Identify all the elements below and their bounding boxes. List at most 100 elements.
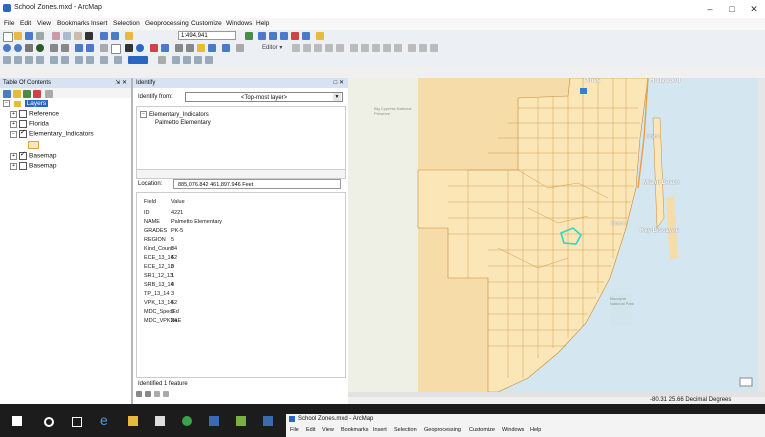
layer-symbol-swatch[interactable] bbox=[28, 141, 39, 149]
windows-start-icon[interactable] bbox=[12, 416, 22, 426]
data-driven-pages-icon[interactable] bbox=[172, 56, 180, 64]
hyperlink-icon[interactable] bbox=[150, 44, 158, 52]
table-row[interactable]: ID 4221 bbox=[144, 210, 183, 216]
time-slider-icon[interactable] bbox=[222, 44, 230, 52]
search-window-icon[interactable] bbox=[280, 32, 288, 40]
list-by-visibility-icon[interactable] bbox=[23, 90, 31, 98]
collapse-icon[interactable]: − bbox=[10, 130, 17, 138]
font-icon[interactable] bbox=[205, 56, 213, 64]
menu-help[interactable]: Help bbox=[256, 20, 269, 27]
fixed-zoom-out-icon[interactable] bbox=[61, 44, 69, 52]
layout-zoom-out-icon[interactable] bbox=[14, 56, 22, 64]
table-row[interactable]: SR1_12_13 1 bbox=[144, 273, 174, 279]
toc-window-icon[interactable] bbox=[258, 32, 266, 40]
table-row[interactable]: MDC_VPKNaE 24 bbox=[144, 318, 181, 324]
python-window-icon[interactable] bbox=[302, 32, 310, 40]
viewer-window-icon[interactable] bbox=[236, 44, 244, 52]
copy-icon[interactable] bbox=[63, 32, 71, 40]
change-layout-icon[interactable] bbox=[158, 56, 166, 64]
editor-toolbar-icon[interactable] bbox=[245, 32, 253, 40]
print-icon[interactable] bbox=[36, 32, 44, 40]
go-to-xy-icon[interactable] bbox=[208, 44, 216, 52]
model-builder-icon[interactable] bbox=[316, 32, 324, 40]
list-by-source-icon[interactable] bbox=[13, 90, 21, 98]
menu-edit[interactable]: Edit bbox=[20, 20, 31, 27]
maximize-button[interactable]: □ bbox=[722, 2, 742, 16]
menu-insert[interactable]: Insert bbox=[91, 20, 107, 27]
table-row[interactable]: ECE_12_13 0 bbox=[144, 264, 174, 270]
list-by-selection-icon[interactable] bbox=[33, 90, 41, 98]
close-button[interactable]: ✕ bbox=[744, 2, 764, 16]
edit-annotation-icon[interactable] bbox=[303, 44, 311, 52]
chevron-down-icon[interactable]: ▼ bbox=[333, 93, 341, 101]
app-icon[interactable] bbox=[236, 416, 246, 426]
zoom-in-icon[interactable] bbox=[3, 44, 11, 52]
zoom-100-icon[interactable] bbox=[50, 56, 58, 64]
menu-file[interactable]: File bbox=[4, 20, 14, 27]
table-row[interactable]: NAME Palmetto Elementary bbox=[144, 219, 222, 225]
layer-checkbox[interactable] bbox=[19, 150, 27, 160]
toc-item-reference[interactable]: + Reference bbox=[10, 110, 59, 118]
table-row[interactable]: Kind_Count 84 bbox=[144, 246, 177, 252]
tree-layer-row[interactable]: − Elementary_Indicators bbox=[140, 111, 209, 118]
collapse-icon[interactable]: − bbox=[140, 111, 147, 118]
layout-back-icon[interactable] bbox=[75, 56, 83, 64]
menu-customize[interactable]: Customize bbox=[191, 20, 222, 27]
table-row[interactable]: REGION 5 bbox=[144, 237, 174, 243]
edit-vertices-icon[interactable] bbox=[350, 44, 358, 52]
toc-item-basemap-1[interactable]: + Basemap bbox=[10, 150, 56, 160]
edge-browser-icon[interactable]: e bbox=[100, 412, 112, 428]
map-scale-input[interactable]: 1:494,941 bbox=[178, 31, 236, 40]
table-row[interactable]: SRB_13_14 0 bbox=[144, 282, 174, 288]
create-features-icon[interactable] bbox=[430, 44, 438, 52]
toc-options-icon[interactable] bbox=[45, 90, 53, 98]
toggle-draft-icon[interactable] bbox=[114, 56, 122, 64]
map-canvas[interactable] bbox=[348, 78, 765, 392]
split-icon[interactable] bbox=[383, 44, 391, 52]
paste-icon[interactable] bbox=[74, 32, 82, 40]
select-elements-icon[interactable] bbox=[125, 44, 133, 52]
tree-feature-row[interactable]: Palmetto Elementary bbox=[155, 120, 211, 126]
focus-data-frame-icon[interactable] bbox=[128, 56, 148, 64]
identify-from-select[interactable]: <Top-most layer> ▼ bbox=[185, 92, 343, 102]
arcgis-icon[interactable] bbox=[209, 416, 219, 426]
expand-icon[interactable]: + bbox=[10, 152, 17, 160]
layout-pan-icon[interactable] bbox=[25, 56, 33, 64]
measure-icon[interactable] bbox=[175, 44, 183, 52]
forward-extent-icon[interactable] bbox=[86, 44, 94, 52]
map-display[interactable]: Pines Hollywood Miami Miami Miami Beach … bbox=[348, 78, 765, 404]
pan-icon[interactable] bbox=[25, 44, 33, 52]
map-overview-button[interactable] bbox=[739, 377, 753, 387]
zoom-percent-icon[interactable] bbox=[100, 56, 108, 64]
cut-polygons-icon[interactable] bbox=[372, 44, 380, 52]
clear-selection-icon[interactable] bbox=[111, 44, 121, 54]
select-features-icon[interactable] bbox=[100, 44, 108, 52]
expand-icon[interactable]: + bbox=[10, 120, 17, 128]
table-row[interactable]: TP_13_14 3 bbox=[144, 291, 174, 297]
fixed-zoom-in-icon[interactable] bbox=[50, 44, 58, 52]
fixed-layout-zoom-icon[interactable] bbox=[61, 56, 69, 64]
undo-icon[interactable] bbox=[100, 32, 108, 40]
table-row[interactable]: ECE_13_14 52 bbox=[144, 255, 177, 261]
chrome-icon[interactable] bbox=[182, 416, 192, 426]
file-explorer-icon[interactable] bbox=[128, 416, 138, 426]
arctoolbox-icon[interactable] bbox=[291, 32, 299, 40]
list-by-drawing-order-icon[interactable] bbox=[3, 90, 11, 98]
rotate-icon[interactable] bbox=[394, 44, 402, 52]
layer-checkbox[interactable] bbox=[19, 110, 27, 118]
trace-icon[interactable] bbox=[336, 44, 344, 52]
zoom-out-icon[interactable] bbox=[14, 44, 22, 52]
reshape-icon[interactable] bbox=[361, 44, 369, 52]
layer-checkbox[interactable] bbox=[19, 162, 27, 170]
delete-icon[interactable] bbox=[85, 32, 93, 40]
map-vertical-scrollbar[interactable] bbox=[758, 78, 765, 392]
find-icon[interactable] bbox=[186, 44, 194, 52]
identify-icon[interactable] bbox=[136, 44, 144, 52]
add-data-icon[interactable] bbox=[125, 32, 133, 40]
table-row[interactable]: VPK_13_14 52 bbox=[144, 300, 177, 306]
table-row[interactable]: MDC_SpecEd 0 bbox=[144, 309, 179, 315]
toc-item-florida[interactable]: + Florida bbox=[10, 120, 49, 128]
toc-item-elementary-indicators[interactable]: − Elementary_Indicators bbox=[10, 128, 94, 138]
toc-layers-label[interactable]: Layers bbox=[24, 100, 49, 108]
layout-forward-icon[interactable] bbox=[86, 56, 94, 64]
